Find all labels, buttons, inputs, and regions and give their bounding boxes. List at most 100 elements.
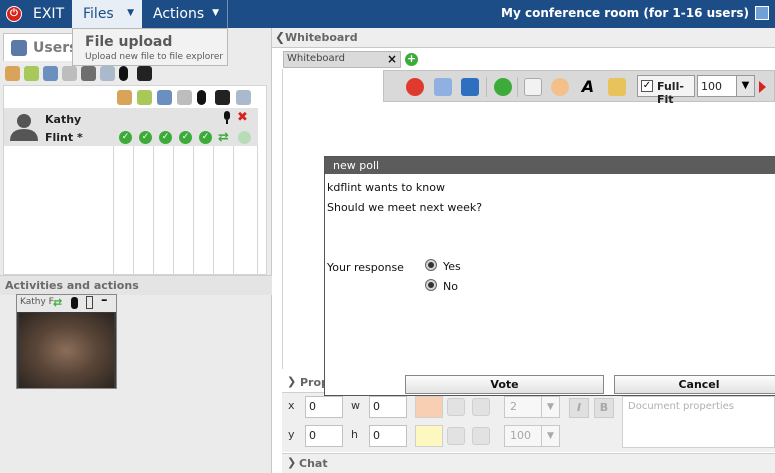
chat-header[interactable]: ❯ Chat (282, 453, 775, 473)
microphone-icon[interactable] (71, 297, 78, 309)
w-field[interactable]: 0 (369, 396, 407, 418)
check-icon[interactable]: ✓ (199, 131, 212, 144)
h-field[interactable]: 0 (369, 425, 407, 447)
radio-dot-icon (428, 282, 434, 288)
file-upload-description: Upload new file to file explorer (85, 52, 224, 62)
vote-button[interactable]: Vote (405, 375, 604, 394)
pen-icon[interactable] (608, 78, 626, 96)
save-icon[interactable] (461, 78, 479, 96)
moderator-icon (117, 90, 132, 105)
h-label: h (351, 428, 358, 441)
fill-color-swatch[interactable] (415, 425, 443, 447)
power-icon[interactable]: ⏻ (6, 6, 22, 22)
video-stream (19, 313, 114, 388)
menu-files[interactable]: Files ▼ (72, 0, 142, 28)
video-pod[interactable]: Kathy F ⇄ – (16, 293, 117, 389)
mic-add-icon (215, 90, 230, 105)
opacity-value: 100 (510, 429, 531, 442)
checkbox-icon[interactable]: ✓ (641, 80, 653, 92)
chevron-right-icon[interactable]: ❯ (287, 456, 296, 469)
microphone-icon[interactable] (119, 66, 128, 81)
fill-icon[interactable] (447, 427, 465, 445)
user-first-name: Kathy (45, 113, 82, 126)
chevron-down-icon[interactable]: ▼ (541, 397, 559, 417)
tab-whiteboard[interactable]: Whiteboard × (283, 51, 401, 68)
refresh-icon[interactable] (494, 78, 512, 96)
add-tab-icon[interactable]: + (405, 53, 418, 66)
pin-icon[interactable] (86, 296, 93, 309)
divider (486, 77, 487, 97)
left-panel: Users Kathy Flint * ✖ ✓ ✓ ✓ ✓ ✓ ⇄ Activi… (0, 28, 272, 473)
chevron-left-icon[interactable]: ❮ (275, 30, 285, 44)
users-list: Kathy Flint * ✖ ✓ ✓ ✓ ✓ ✓ ⇄ (3, 85, 267, 276)
italic-button[interactable]: I (569, 398, 589, 418)
menu-files-label: Files (83, 6, 114, 22)
moderator-icon[interactable] (5, 66, 20, 81)
check-icon[interactable]: ✓ (139, 131, 152, 144)
check-icon[interactable]: ✓ (159, 131, 172, 144)
microphone-icon[interactable] (222, 111, 232, 124)
screen-share-icon[interactable] (43, 66, 58, 81)
whiteboard-header-label: Whiteboard (285, 31, 358, 44)
check-icon[interactable]: ✓ (179, 131, 192, 144)
menu-actions[interactable]: Actions ▼ (142, 0, 228, 28)
cancel-button[interactable]: Cancel (614, 375, 775, 394)
x-field[interactable]: 0 (305, 396, 343, 418)
poll-question: Should we meet next week? (327, 201, 483, 214)
option-yes-label[interactable]: Yes (443, 260, 461, 273)
lock-icon[interactable] (472, 398, 490, 416)
opacity-select[interactable]: 100 ▼ (504, 425, 560, 447)
chevron-down-icon: ▼ (212, 8, 219, 18)
y-field[interactable]: 0 (305, 425, 343, 447)
pointer-icon[interactable] (524, 78, 542, 96)
remote-control-icon[interactable] (62, 66, 77, 81)
whiteboard-access-icon[interactable] (24, 66, 39, 81)
line-width-select[interactable]: 2 ▼ (504, 396, 560, 418)
lasso-icon[interactable] (551, 78, 569, 96)
users-tab[interactable]: Users (3, 33, 78, 61)
refresh-icon[interactable]: ⇄ (53, 296, 62, 309)
minimize-icon[interactable]: – (101, 293, 108, 308)
kick-user-icon[interactable]: ✖ (237, 110, 248, 125)
mute-icon[interactable] (137, 66, 152, 81)
text-icon[interactable]: A (579, 78, 597, 96)
activities-header[interactable]: Activities and actions (0, 275, 272, 295)
room-settings-icon[interactable] (755, 6, 769, 20)
chevron-down-icon[interactable]: ▼ (736, 76, 754, 96)
chevron-down-icon[interactable]: ❯ (287, 375, 296, 388)
lock-icon[interactable] (472, 427, 490, 445)
bold-button[interactable]: B (594, 398, 614, 418)
status-dot-icon[interactable] (238, 131, 251, 144)
line-color-swatch[interactable] (415, 396, 443, 418)
check-icon[interactable]: ✓ (119, 131, 132, 144)
new-document-icon[interactable] (434, 78, 452, 96)
poll-titlebar[interactable]: new poll (325, 157, 775, 174)
document-properties[interactable]: Document properties (622, 396, 775, 448)
scroll-right-icon[interactable] (759, 81, 766, 93)
pencil-icon[interactable] (447, 398, 465, 416)
video-user-name: Kathy F (20, 297, 54, 307)
refresh-icon[interactable]: ⇄ (218, 130, 229, 145)
option-no-label[interactable]: No (443, 280, 458, 293)
user-row[interactable]: Kathy Flint * ✖ ✓ ✓ ✓ ✓ ✓ ⇄ (4, 108, 258, 146)
exit-button[interactable]: EXIT (33, 6, 64, 22)
poll-title: new poll (333, 159, 380, 172)
delete-icon[interactable] (406, 78, 424, 96)
chevron-down-icon[interactable]: ▼ (541, 426, 559, 446)
close-icon[interactable]: × (387, 52, 397, 66)
avatar (10, 114, 38, 141)
full-fit-toggle[interactable]: ✓ Full-Fit (637, 75, 695, 106)
remote-control-icon (177, 90, 192, 105)
chevron-down-icon: ▼ (127, 8, 134, 18)
poll-asker: kdflint wants to know (327, 181, 445, 194)
whiteboard-access-icon (137, 90, 152, 105)
whiteboard-header[interactable]: ❮ Whiteboard (272, 28, 775, 48)
line-width-value: 2 (510, 400, 517, 413)
radio-no[interactable] (425, 279, 437, 291)
camera-add-icon[interactable] (100, 66, 115, 81)
file-upload-item[interactable]: File upload (85, 34, 172, 50)
poll-dialog: new poll kdflint wants to know Should we… (324, 156, 775, 396)
mic-add-icon[interactable] (81, 66, 96, 81)
zoom-select[interactable]: 100 ▼ (697, 75, 755, 97)
radio-yes[interactable] (425, 259, 437, 271)
